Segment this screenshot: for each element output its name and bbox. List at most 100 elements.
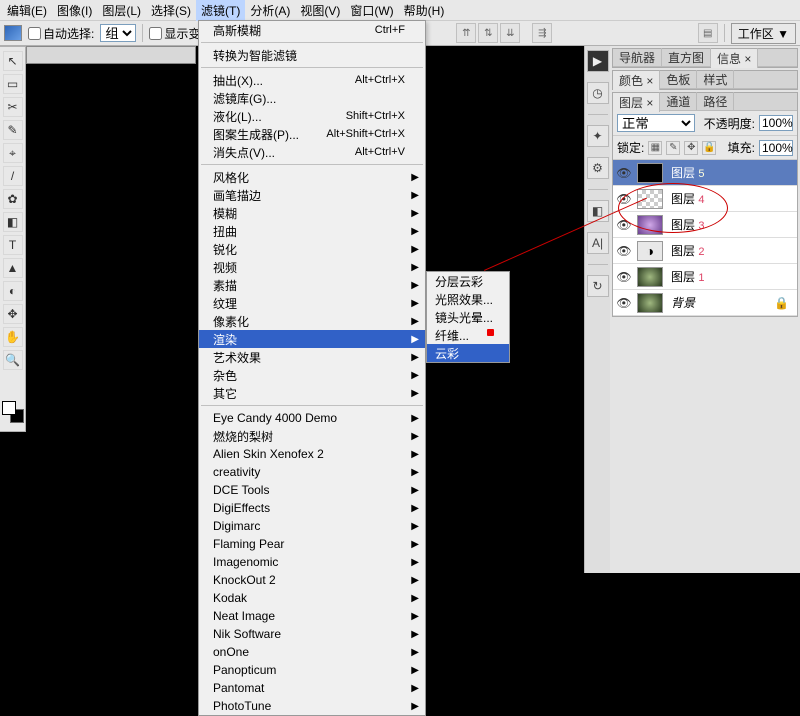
brush-tool-icon[interactable]: / — [3, 166, 23, 186]
tab-histogram[interactable]: 直方图 — [662, 48, 711, 67]
tab-styles[interactable]: 样式 — [697, 70, 734, 89]
type-tool-icon[interactable]: T — [3, 235, 23, 255]
plugin-flaming-pear[interactable]: Flaming Pear▶ — [199, 535, 425, 553]
submenu-模糊[interactable]: 模糊▶ — [199, 204, 425, 222]
plugin-neat-image[interactable]: Neat Image▶ — [199, 607, 425, 625]
submenu-其它[interactable]: 其它▶ — [199, 384, 425, 402]
rail-btn-5[interactable]: ◧ — [587, 200, 609, 222]
tab-channels[interactable]: 通道 — [660, 92, 697, 111]
crop-tool-icon[interactable]: ✎ — [3, 120, 23, 140]
marquee-tool-icon[interactable]: ▭ — [3, 74, 23, 94]
visibility-icon[interactable]: 👁 — [615, 244, 633, 258]
auto-select-check[interactable]: 自动选择: — [28, 25, 94, 42]
tab-color[interactable]: 颜色 × — [613, 70, 660, 90]
render-云彩[interactable]: 云彩 — [427, 344, 509, 362]
layer-row[interactable]: 👁图层 1 — [613, 264, 797, 290]
submenu-艺术效果[interactable]: 艺术效果▶ — [199, 348, 425, 366]
gradient-tool-icon[interactable]: ◧ — [3, 212, 23, 232]
menu-view[interactable]: 视图(V) — [295, 0, 345, 21]
show-transform-check[interactable]: 显示变 — [149, 25, 200, 42]
plugin-knockout-2[interactable]: KnockOut 2▶ — [199, 571, 425, 589]
tab-layers[interactable]: 图层 × — [613, 92, 660, 112]
opacity-value[interactable]: 100% — [759, 115, 793, 131]
layer-row[interactable]: 👁图层 4 — [613, 186, 797, 212]
lock-pixels-icon[interactable]: ✎ — [666, 141, 680, 155]
menu-edit[interactable]: 编辑(E) — [2, 0, 52, 21]
menu-filter-gallery[interactable]: 滤镜库(G)... — [199, 89, 425, 107]
menu-extract[interactable]: 抽出(X)...Alt+Ctrl+X — [199, 71, 425, 89]
layer-row[interactable]: 👁图层 5 — [613, 160, 797, 186]
submenu-视频[interactable]: 视频▶ — [199, 258, 425, 276]
plugin-digieffects[interactable]: DigiEffects▶ — [199, 499, 425, 517]
submenu-锐化[interactable]: 锐化▶ — [199, 240, 425, 258]
dodge-tool-icon[interactable]: ◐ — [3, 281, 23, 301]
auto-select-mode[interactable]: 组 — [100, 24, 136, 42]
align-top-icon[interactable]: ⇈ — [456, 23, 476, 43]
plugin-燃烧的梨树[interactable]: 燃烧的梨树▶ — [199, 427, 425, 445]
visibility-icon[interactable]: 👁 — [615, 296, 633, 310]
menu-pattern-maker[interactable]: 图案生成器(P)...Alt+Shift+Ctrl+X — [199, 125, 425, 143]
tab-navigator[interactable]: 导航器 — [613, 48, 662, 67]
lock-transp-icon[interactable]: ▦ — [648, 141, 662, 155]
bridge-icon[interactable]: ▤ — [698, 23, 718, 43]
rail-btn-1[interactable]: ▶ — [587, 50, 609, 72]
menu-liquify[interactable]: 液化(L)...Shift+Ctrl+X — [199, 107, 425, 125]
render-镜头光晕...[interactable]: 镜头光晕... — [427, 308, 509, 326]
rail-btn-7[interactable]: ↻ — [587, 275, 609, 297]
menu-convert-smart[interactable]: 转换为智能滤镜 — [199, 46, 425, 64]
visibility-icon[interactable]: 👁 — [615, 166, 633, 180]
plugin-eye-candy-4000-demo[interactable]: Eye Candy 4000 Demo▶ — [199, 409, 425, 427]
zoom-tool-icon[interactable]: 🔍 — [3, 350, 23, 370]
eyedropper-tool-icon[interactable]: ⌖ — [3, 143, 23, 163]
submenu-扭曲[interactable]: 扭曲▶ — [199, 222, 425, 240]
submenu-像素化[interactable]: 像素化▶ — [199, 312, 425, 330]
move-tool-icon[interactable]: ↖ — [3, 51, 23, 71]
menu-window[interactable]: 窗口(W) — [345, 0, 398, 21]
plugin-dce-tools[interactable]: DCE Tools▶ — [199, 481, 425, 499]
plugin-imagenomic[interactable]: Imagenomic▶ — [199, 553, 425, 571]
submenu-风格化[interactable]: 风格化▶ — [199, 168, 425, 186]
render-分层云彩[interactable]: 分层云彩 — [427, 272, 509, 290]
menu-last-filter[interactable]: 高斯模糊 Ctrl+F — [199, 21, 425, 39]
distribute-icon[interactable]: ⇶ — [532, 23, 552, 43]
menu-analysis[interactable]: 分析(A) — [245, 0, 295, 21]
submenu-渲染[interactable]: 渲染▶ — [199, 330, 425, 348]
plugin-creativity[interactable]: creativity▶ — [199, 463, 425, 481]
layer-row[interactable]: 👁背景🔒 — [613, 290, 797, 316]
plugin-alien-skin-xenofex-2[interactable]: Alien Skin Xenofex 2▶ — [199, 445, 425, 463]
plugin-phototune[interactable]: PhotoTune▶ — [199, 697, 425, 715]
fill-value[interactable]: 100% — [759, 140, 793, 156]
color-swatches[interactable] — [2, 401, 24, 423]
tab-info[interactable]: 信息 × — [711, 48, 758, 68]
submenu-素描[interactable]: 素描▶ — [199, 276, 425, 294]
heal-tool-icon[interactable]: ✿ — [3, 189, 23, 209]
rail-btn-4[interactable]: ⚙ — [587, 157, 609, 179]
plugin-kodak[interactable]: Kodak▶ — [199, 589, 425, 607]
layer-row[interactable]: 👁◑图层 2 — [613, 238, 797, 264]
align-vmid-icon[interactable]: ⇅ — [478, 23, 498, 43]
plugin-onone[interactable]: onOne▶ — [199, 643, 425, 661]
plugin-nik-software[interactable]: Nik Software▶ — [199, 625, 425, 643]
submenu-杂色[interactable]: 杂色▶ — [199, 366, 425, 384]
menu-select[interactable]: 选择(S) — [146, 0, 196, 21]
menu-filter[interactable]: 滤镜(T) — [196, 0, 245, 21]
lock-all-icon[interactable]: 🔒 — [702, 141, 716, 155]
plugin-digimarc[interactable]: Digimarc▶ — [199, 517, 425, 535]
rail-btn-3[interactable]: ✦ — [587, 125, 609, 147]
menu-layer[interactable]: 图层(L) — [97, 0, 146, 21]
tab-swatches[interactable]: 色板 — [660, 70, 697, 89]
layer-row[interactable]: 👁图层 3 — [613, 212, 797, 238]
visibility-icon[interactable]: 👁 — [615, 270, 633, 284]
hand-tool-icon[interactable]: ✋ — [3, 327, 23, 347]
submenu-纹理[interactable]: 纹理▶ — [199, 294, 425, 312]
align-bottom-icon[interactable]: ⇊ — [500, 23, 520, 43]
pen-tool-icon[interactable]: ▲ — [3, 258, 23, 278]
fg-swatch-icon[interactable] — [2, 401, 16, 415]
plugin-panopticum[interactable]: Panopticum▶ — [199, 661, 425, 679]
menu-vanishing-point[interactable]: 消失点(V)...Alt+Ctrl+V — [199, 143, 425, 161]
visibility-icon[interactable]: 👁 — [615, 192, 633, 206]
tab-paths[interactable]: 路径 — [697, 92, 734, 111]
submenu-画笔描边[interactable]: 画笔描边▶ — [199, 186, 425, 204]
shape-tool-icon[interactable]: ✥ — [3, 304, 23, 324]
rail-btn-2[interactable]: ◷ — [587, 82, 609, 104]
